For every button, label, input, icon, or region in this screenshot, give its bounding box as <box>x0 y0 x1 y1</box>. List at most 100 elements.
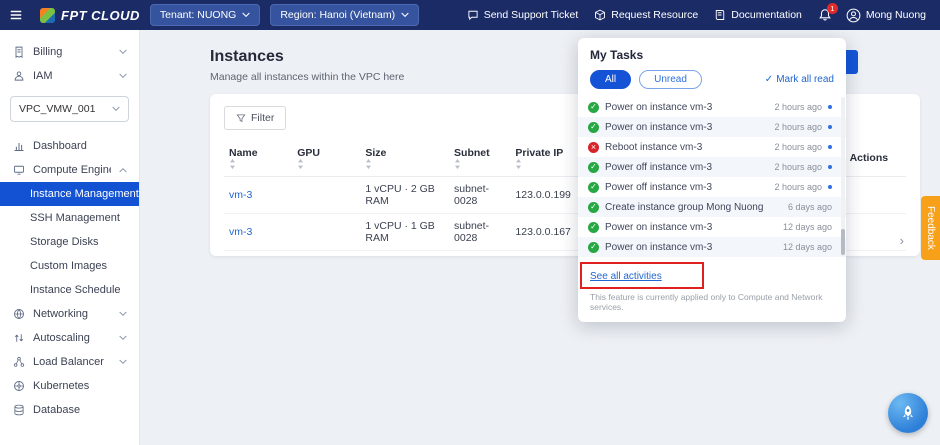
user-name: Mong Nuong <box>866 9 926 21</box>
chevron-down-icon <box>119 359 127 365</box>
sidebar-item-iam[interactable]: IAM <box>0 64 139 88</box>
unread-dot <box>828 125 832 129</box>
sidebar-item-instance-management[interactable]: Instance Management <box>0 182 139 206</box>
task-time: 2 hours ago <box>774 122 822 132</box>
vpc-selector[interactable]: VPC_VMW_001 <box>10 96 129 122</box>
task-time: 12 days ago <box>783 242 832 252</box>
my-tasks-popup: My Tasks All Unread ✓ Mark all read Powe… <box>578 38 846 322</box>
kubernetes-icon <box>12 380 25 393</box>
chevron-down-icon <box>401 12 409 18</box>
actions-cell <box>845 177 906 214</box>
sidebar-item-custom-images[interactable]: Custom Images <box>0 254 139 278</box>
load-balancer-icon <box>12 356 25 369</box>
popup-scrollbar[interactable] <box>841 97 845 257</box>
mark-all-read-button[interactable]: ✓ Mark all read <box>765 74 834 85</box>
compute-engine-icon <box>12 164 25 177</box>
sidebar-item-ssh-management[interactable]: SSH Management <box>0 206 139 230</box>
tab-unread[interactable]: Unread <box>639 70 702 89</box>
tab-all[interactable]: All <box>590 70 631 89</box>
notifications-button[interactable]: 1 <box>818 8 832 22</box>
sidebar-item-database[interactable]: Database <box>0 398 139 422</box>
region-selector[interactable]: Region: Hanoi (Vietnam) <box>270 4 419 26</box>
networking-icon <box>12 308 25 321</box>
task-item[interactable]: Power on instance vm-3 2 hours ago <box>578 97 846 117</box>
task-time: 2 hours ago <box>774 102 822 112</box>
task-item[interactable]: Power on instance vm-3 12 days ago <box>578 237 846 257</box>
task-status-icon <box>588 102 599 113</box>
brand-logo[interactable]: FPT CLOUD <box>40 8 140 23</box>
send-support-ticket-link[interactable]: Send Support Ticket <box>467 9 579 21</box>
task-status-icon <box>588 202 599 213</box>
tenant-selector[interactable]: Tenant: NUONG <box>150 4 260 26</box>
billing-label: Billing <box>33 46 111 58</box>
chevron-down-icon <box>119 335 127 341</box>
fpt-logo-icon <box>40 8 55 23</box>
task-time: 12 days ago <box>783 222 832 232</box>
documentation-link[interactable]: Documentation <box>714 9 802 21</box>
support-ticket-icon <box>467 9 479 21</box>
brand-text: FPT CLOUD <box>61 8 140 23</box>
feedback-tab[interactable]: Feedback <box>921 196 940 260</box>
page-title: Instances <box>210 48 284 66</box>
support-chat-button[interactable] <box>888 393 928 433</box>
sidebar: Billing IAM VPC_VMW_001 Dashboard Comput… <box>0 30 140 445</box>
task-item[interactable]: Reboot instance vm-3 2 hours ago <box>578 137 846 157</box>
tenant-label: Tenant: NUONG <box>160 9 236 21</box>
chevron-down-icon <box>242 12 250 18</box>
task-item[interactable]: Power on instance vm-3 12 days ago <box>578 217 846 237</box>
sidebar-item-dashboard[interactable]: Dashboard <box>0 134 139 158</box>
chevron-down-icon <box>119 49 127 55</box>
sidebar-item-networking[interactable]: Networking <box>0 302 139 326</box>
task-item[interactable]: Create instance group Mong Nuong 6 days … <box>578 197 846 217</box>
task-item[interactable]: Power off instance vm-3 2 hours ago <box>578 157 846 177</box>
request-resource-link[interactable]: Request Resource <box>594 9 698 21</box>
task-item[interactable]: Power off instance vm-3 2 hours ago <box>578 177 846 197</box>
sidebar-item-kubernetes[interactable]: Kubernetes <box>0 374 139 398</box>
instance-name-link[interactable]: vm-3 <box>224 177 292 214</box>
column-header-actions: Actions <box>845 140 906 177</box>
unread-dot <box>828 185 832 189</box>
task-time: 2 hours ago <box>774 162 822 172</box>
page-subtitle: Manage all instances within the VPC here <box>210 71 404 83</box>
chevron-down-icon <box>119 311 127 317</box>
iam-label: IAM <box>33 70 111 82</box>
unread-dot <box>828 165 832 169</box>
see-all-activities-link[interactable]: See all activities <box>590 271 662 282</box>
database-icon <box>12 404 25 417</box>
pagination-next-button[interactable]: › <box>894 231 910 250</box>
size-cell: 1 vCPU · 2 GB RAM <box>360 177 449 214</box>
column-header-name[interactable]: Name <box>224 140 292 177</box>
tasks-popup-footer: This feature is currently applied only t… <box>578 289 846 322</box>
sidebar-item-load-balancer[interactable]: Load Balancer <box>0 350 139 374</box>
sidebar-item-storage-disks[interactable]: Storage Disks <box>0 230 139 254</box>
subnet-cell: subnet-0028 <box>449 214 510 251</box>
mark-all-read-label: Mark all read <box>776 74 834 85</box>
compute-engine-label: Compute Engine <box>33 164 111 176</box>
sidebar-item-instance-schedule[interactable]: Instance Schedule <box>0 278 139 302</box>
column-header-size[interactable]: Size <box>360 140 449 177</box>
sidebar-item-compute-engine[interactable]: Compute Engine <box>0 158 139 182</box>
task-text: Power off instance vm-3 <box>605 162 768 173</box>
chevron-down-icon <box>112 106 120 112</box>
sidebar-item-billing[interactable]: Billing <box>0 40 139 64</box>
column-header-subnet[interactable]: Subnet <box>449 140 510 177</box>
instance-name-link[interactable]: vm-3 <box>224 214 292 251</box>
filter-button[interactable]: Filter <box>224 106 286 130</box>
notification-badge: 1 <box>827 3 838 14</box>
task-status-icon <box>588 122 599 133</box>
kubernetes-label: Kubernetes <box>33 380 127 392</box>
sort-icon <box>297 159 355 169</box>
popup-scrollbar-thumb[interactable] <box>841 229 845 255</box>
region-label: Region: Hanoi (Vietnam) <box>280 9 395 21</box>
unread-dot <box>828 105 832 109</box>
sidebar-item-autoscaling[interactable]: Autoscaling <box>0 326 139 350</box>
user-menu[interactable]: Mong Nuong <box>846 8 926 23</box>
column-header-gpu[interactable]: GPU <box>292 140 360 177</box>
hamburger-menu-button[interactable] <box>0 0 32 30</box>
size-cell: 1 vCPU · 1 GB RAM <box>360 214 449 251</box>
support-ticket-label: Send Support Ticket <box>484 9 579 21</box>
task-status-icon <box>588 222 599 233</box>
billing-icon <box>12 46 25 59</box>
task-time: 2 hours ago <box>774 182 822 192</box>
task-item[interactable]: Power on instance vm-3 2 hours ago <box>578 117 846 137</box>
